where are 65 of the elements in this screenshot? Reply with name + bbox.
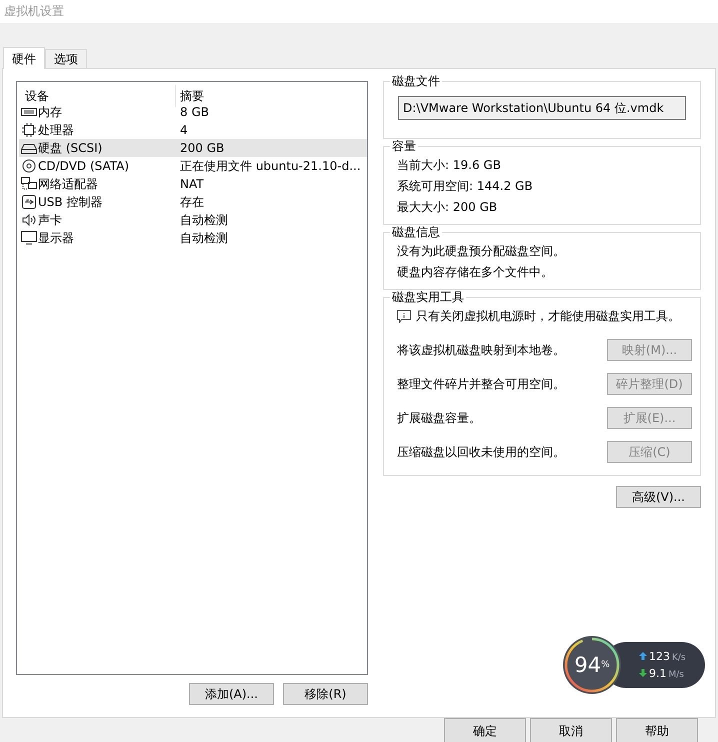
device-row[interactable]: CD/DVD (SATA) 正在使用文件 ubuntu-21.10-d... <box>19 157 367 175</box>
dialog-button[interactable]: 确定 <box>444 718 526 742</box>
device-summary: 8 GB <box>180 105 209 119</box>
device-row[interactable]: 声卡 自动检测 <box>19 211 367 229</box>
device-row[interactable]: 处理器 4 <box>19 121 367 139</box>
disc-icon <box>21 159 37 173</box>
info-text: 硬盘内容存储在多个文件中。 <box>397 264 553 281</box>
up-arrow-icon <box>639 652 647 660</box>
device-row[interactable]: 网络适配器 NAT <box>19 175 367 193</box>
down-arrow-icon <box>639 669 647 677</box>
device-summary: 正在使用文件 ubuntu-21.10-d... <box>180 158 361 174</box>
window-title: 虚拟机设置 <box>4 2 64 20</box>
capacity-text: 最大大小: 200 GB <box>397 199 498 216</box>
device-summary: 4 <box>180 123 188 137</box>
capacity-text: 系统可用空间: 144.2 GB <box>397 178 533 195</box>
dialog-button[interactable]: 帮助 <box>616 718 698 742</box>
dialog-button[interactable]: 取消 <box>530 718 612 742</box>
device-name: 处理器 <box>38 122 74 138</box>
speed-unit: M/s <box>668 670 684 680</box>
group-title: 磁盘文件 <box>390 74 442 88</box>
info-icon <box>397 310 411 323</box>
action-label: 压缩磁盘以回收未使用的空间。 <box>397 444 565 460</box>
tab[interactable]: 硬件 <box>3 47 45 69</box>
memory-icon <box>21 105 37 119</box>
download-speed: 9.1 <box>649 667 666 680</box>
notice-text: 只有关闭虚拟机电源时，才能使用磁盘实用工具。 <box>416 308 680 325</box>
device-summary: 自动检测 <box>180 212 228 228</box>
network-icon <box>21 177 37 191</box>
device-name: 声卡 <box>38 212 62 228</box>
group-title: 容量 <box>390 139 418 153</box>
chip-icon <box>21 123 37 137</box>
device-name: 显示器 <box>38 230 74 246</box>
tab[interactable]: 选项 <box>45 49 87 68</box>
percent-sign: % <box>601 660 610 670</box>
speaker-icon <box>21 213 37 227</box>
action-label: 将该虚拟机磁盘映射到本地卷。 <box>397 342 565 358</box>
device-name: 内存 <box>38 104 62 120</box>
device-summary: 自动检测 <box>180 230 228 246</box>
upload-speed: 123 <box>649 650 670 663</box>
device-summary: 存在 <box>180 194 204 210</box>
advanced-button[interactable]: 高级(V)... <box>616 486 701 508</box>
device-row[interactable]: USB 控制器 存在 <box>19 193 367 211</box>
group-title: 磁盘信息 <box>390 225 442 239</box>
device-summary: 200 GB <box>180 141 224 155</box>
device-row[interactable]: 硬盘 (SCSI) 200 GB <box>19 139 367 157</box>
device-name: USB 控制器 <box>38 194 102 210</box>
capacity-text: 当前大小: 19.6 GB <box>397 157 501 174</box>
monitor-icon <box>21 231 37 245</box>
device-row[interactable]: 显示器 自动检测 <box>19 229 367 247</box>
usb-icon <box>21 195 37 209</box>
add-button[interactable]: 添加(A)... <box>189 683 274 705</box>
remove-button[interactable]: 移除(R) <box>283 683 368 705</box>
device-name: CD/DVD (SATA) <box>38 159 130 173</box>
file-path-field[interactable]: D:\VMware Workstation\Ubuntu 64 位.vmdk <box>398 96 686 120</box>
device-name: 网络适配器 <box>38 176 98 192</box>
info-text: 没有为此硬盘预分配磁盘空间。 <box>397 243 565 260</box>
action-label: 扩展磁盘容量。 <box>397 410 481 426</box>
group-title: 磁盘实用工具 <box>390 290 466 304</box>
column-header: 摘要 <box>175 85 367 107</box>
usage-percent: 94 <box>574 653 602 677</box>
device-name: 硬盘 (SCSI) <box>38 140 102 156</box>
action-label: 整理文件碎片并整合可用空间。 <box>397 376 565 392</box>
speed-unit: K/s <box>672 653 686 663</box>
device-summary: NAT <box>180 177 204 191</box>
column-header: 设备 <box>24 88 50 104</box>
